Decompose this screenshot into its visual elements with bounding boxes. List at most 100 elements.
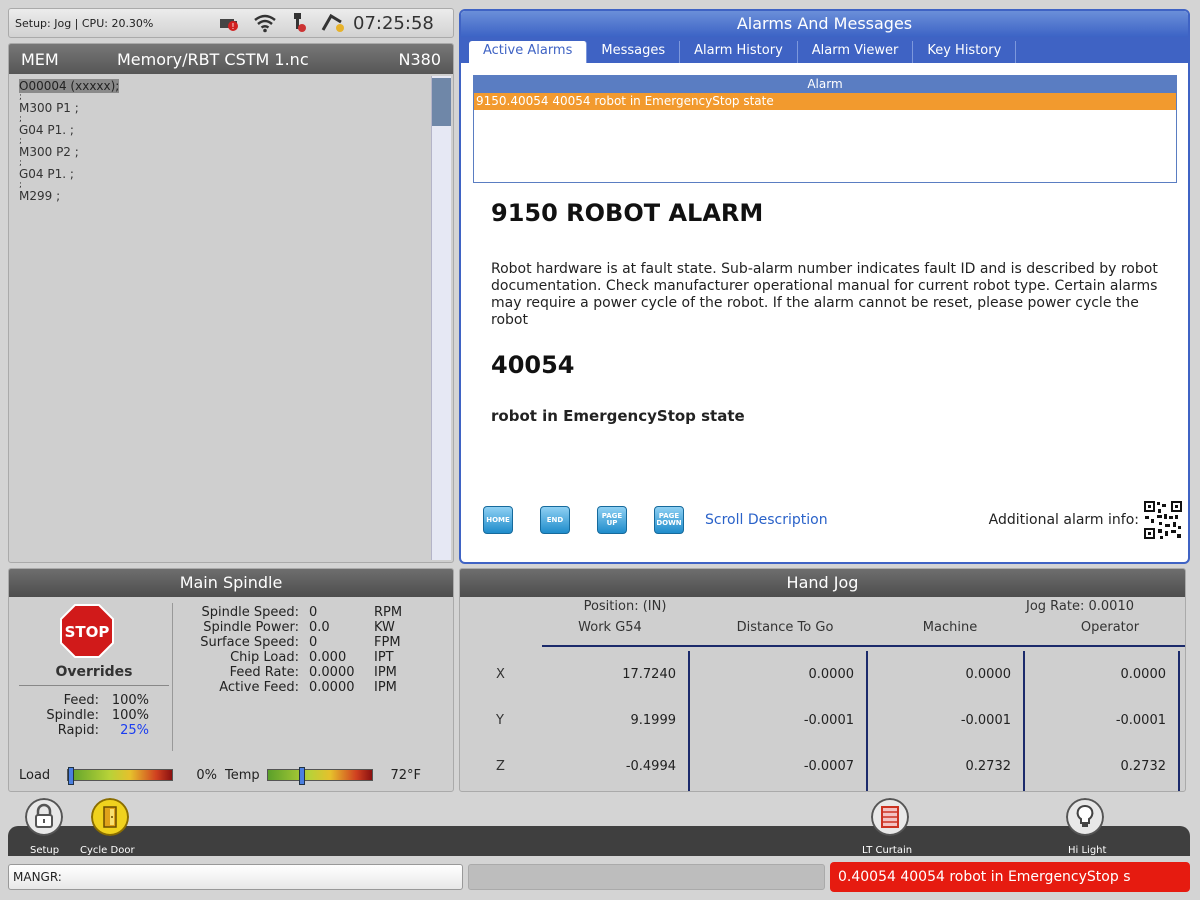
override-label: Rapid: — [57, 723, 99, 738]
spindle-stat-label: Spindle Power: — [203, 620, 299, 635]
load-temp-row: Load 0% Temp 72°F — [19, 765, 449, 785]
program-line[interactable]: ; — [19, 137, 443, 146]
program-line[interactable]: M300 P2 ; — [19, 146, 443, 159]
spindle-stats: Spindle Speed: 0 RPM Spindle Power: 0.0 KW Sur… — [179, 605, 449, 695]
overrides-divider — [19, 685, 169, 686]
override-row: Rapid: 25% — [19, 723, 149, 738]
additional-info: Additional alarm info: — [989, 500, 1183, 540]
jog-value-cell: 0.0000 — [965, 667, 1012, 682]
spindle-stat-row: Spindle Power: 0.0 KW — [179, 620, 449, 635]
program-line[interactable]: ; — [19, 159, 443, 168]
load-label: Load — [19, 767, 51, 783]
jog-col-divider — [1023, 651, 1025, 791]
end-key-button[interactable]: END — [540, 506, 570, 534]
tab-messages[interactable]: Messages — [587, 41, 681, 63]
temp-label: Temp — [225, 767, 260, 783]
temp-gauge — [267, 767, 373, 785]
light-curtain-icon[interactable] — [871, 798, 909, 836]
spindle-stat-value: 0.0 — [309, 620, 330, 635]
program-line[interactable]: O00004 (xxxxx); — [19, 79, 443, 93]
load-value: 0% — [196, 767, 217, 783]
jog-value-cell: -0.0007 — [803, 759, 854, 774]
jog-value-cell: 0.0000 — [808, 667, 855, 682]
program-line-text: O00004 (xxxxx); — [19, 79, 120, 93]
tab-active-alarms[interactable]: Active Alarms — [469, 41, 588, 63]
spindle-title: Main Spindle — [9, 569, 453, 597]
program-line[interactable]: G04 P1. ; — [19, 124, 443, 137]
override-row: Spindle: 100% — [19, 708, 149, 723]
wifi-icon[interactable] — [253, 13, 277, 33]
tab-key-history[interactable]: Key History — [913, 41, 1017, 63]
alarm-battery-icon[interactable]: ! — [219, 13, 241, 33]
program-scroll-thumb[interactable] — [432, 78, 451, 126]
program-mode: MEM — [21, 49, 59, 69]
spindle-stat-label: Surface Speed: — [200, 635, 299, 650]
input-field-secondary[interactable] — [468, 864, 825, 890]
additional-info-label: Additional alarm info: — [988, 512, 1139, 528]
spindle-stat-value: 0.0000 — [309, 665, 355, 680]
override-label: Feed: — [63, 693, 99, 708]
program-line[interactable]: ; — [19, 93, 443, 102]
status-icons: ! — [209, 12, 347, 34]
program-header: MEM Memory/RBT CSTM 1.nc N380 — [9, 44, 453, 74]
load-gauge-needle — [68, 767, 74, 785]
stop-sign-label: STOP — [65, 623, 110, 641]
overrides-title: Overrides — [55, 664, 133, 680]
alarm-code: 40054 — [491, 351, 575, 379]
toolchanger-icon[interactable] — [321, 12, 347, 34]
program-line[interactable]: G04 P1. ; — [19, 168, 443, 181]
jog-value-cell: -0.4994 — [625, 759, 676, 774]
spindle-stat-label: Chip Load: — [230, 650, 299, 665]
program-line[interactable]: M299 ; — [19, 190, 443, 203]
spindle-stat-unit: IPT — [374, 650, 394, 665]
page-down-key-button[interactable]: PAGE DOWN — [654, 506, 684, 534]
spindle-stat-value: 0 — [309, 605, 318, 620]
alarm-list: Alarm 9150.40054 40054 robot in Emergenc… — [473, 75, 1177, 183]
alarms-title: Alarms And Messages — [461, 11, 1188, 37]
padlock-icon[interactable] — [25, 798, 63, 836]
overrides-table: Feed: 100% Spindle: 100% Rapid: 25% — [19, 693, 149, 738]
page-up-key-button[interactable]: PAGE UP — [597, 506, 627, 534]
program-line[interactable]: ; — [19, 115, 443, 124]
alarm-list-header: Alarm — [474, 76, 1176, 93]
setup-label[interactable]: Setup — [30, 845, 59, 856]
alarm-list-row[interactable]: 9150.40054 40054 robot in EmergencyStop … — [474, 93, 1176, 110]
alarm-heading: 9150 ROBOT ALARM — [491, 199, 764, 227]
qr-code-icon[interactable] — [1143, 500, 1183, 540]
stop-sign-icon: STOP — [60, 604, 114, 658]
door-icon[interactable] — [91, 798, 129, 836]
jog-value-cell: 0.0000 — [1120, 667, 1167, 682]
program-file: Memory/RBT CSTM 1.nc — [117, 49, 309, 69]
program-code[interactable]: O00004 (xxxxx);; M300 P1 ;; G04 P1. ;; M300… — [9, 74, 453, 209]
program-line-text: G04 P1. ; — [19, 167, 74, 181]
home-key-button[interactable]: HOME — [483, 506, 513, 534]
hand-jog-panel: Hand Jog Position: (IN) Jog Rate: 0.0010… — [459, 568, 1186, 792]
probe-icon[interactable] — [289, 12, 309, 34]
program-line[interactable]: M300 P1 ; — [19, 102, 443, 115]
status-text: Setup: Jog | CPU: 20.30% — [15, 16, 154, 30]
jog-col-divider — [866, 651, 868, 791]
svg-text:!: ! — [231, 22, 234, 31]
lt-curtain-label[interactable]: LT Curtain — [862, 845, 912, 856]
spindle-stat-row: Spindle Speed: 0 RPM — [179, 605, 449, 620]
mangr-input[interactable]: MANGR: — [8, 864, 463, 890]
override-value: 25% — [120, 723, 149, 738]
alarm-ticker[interactable]: 0.40054 40054 robot in EmergencyStop s — [830, 862, 1190, 892]
spindle-divider — [172, 603, 173, 751]
load-gauge — [67, 767, 173, 785]
tab-alarm-viewer[interactable]: Alarm Viewer — [798, 41, 914, 63]
cycle-door-label[interactable]: Cycle Door — [80, 845, 135, 856]
program-scrollbar[interactable] — [431, 76, 451, 560]
hi-light-label[interactable]: Hi Light — [1068, 845, 1106, 856]
temp-gauge-needle — [299, 767, 306, 785]
jog-axis-label: Z — [496, 759, 505, 774]
spindle-stat-value: 0.000 — [309, 650, 347, 665]
lightbulb-icon[interactable] — [1066, 798, 1104, 836]
alarms-panel: Alarms And Messages Active Alarms Message… — [459, 9, 1190, 564]
tab-alarm-history[interactable]: Alarm History — [680, 41, 798, 63]
jog-axis-label: Y — [496, 713, 504, 728]
jog-value-cell: 0.2732 — [965, 759, 1012, 774]
program-line[interactable]: ; — [19, 181, 443, 190]
hand-jog-title: Hand Jog — [460, 569, 1185, 597]
override-value: 100% — [111, 693, 149, 708]
